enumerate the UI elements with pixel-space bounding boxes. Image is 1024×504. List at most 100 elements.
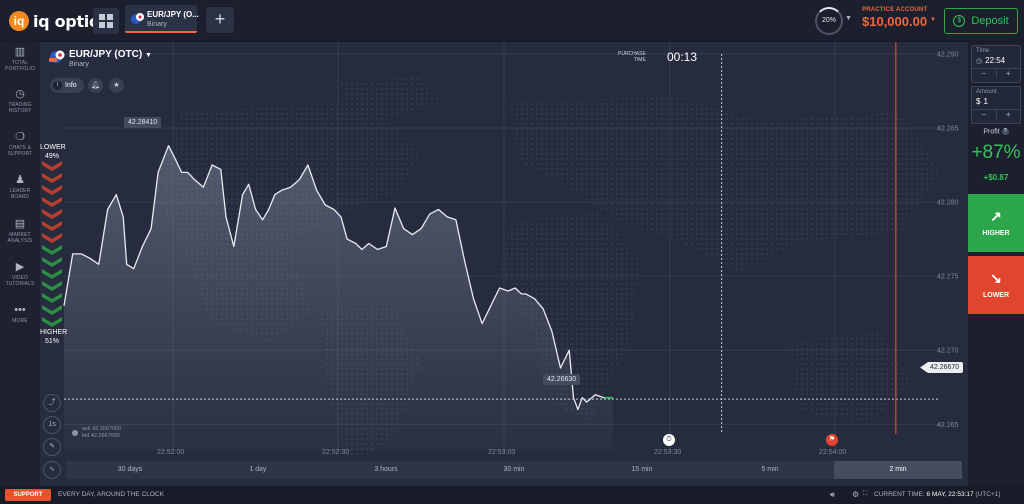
chevron-down-icon[interactable]: ▼ [845, 15, 852, 22]
sidebar-item-portfolio[interactable]: ▥ TOTAL PORTFOLIO [0, 46, 40, 72]
grid-icon-cell [99, 22, 105, 28]
period-15-min[interactable]: 15 min [578, 461, 706, 479]
chart-canvas[interactable]: 42.290 42.285 42.280 42.275 42.270 42.265 [40, 42, 968, 486]
y-tick: 42.270 [937, 348, 959, 355]
chat-icon: ❍ [15, 131, 25, 143]
asset-tab-type: Binary [147, 21, 167, 28]
max-price-tag: 42.28410 [124, 117, 162, 128]
lower-button[interactable]: ↘ LOWER [968, 256, 1024, 314]
grid-icon-cell [107, 14, 113, 20]
sidebar-item-chats-support[interactable]: ❍ CHATS & SUPPORT [0, 131, 40, 157]
info-icon: i [53, 81, 62, 90]
profit-amount: +$0.87 [983, 173, 1009, 182]
indicators-icon: ∿ [49, 466, 55, 473]
dollar-icon: $ [953, 15, 966, 27]
interval-button[interactable]: 1s [43, 416, 61, 434]
period-30-days[interactable]: 30 days [66, 461, 194, 479]
draw-tool-button[interactable]: ✎ [43, 438, 61, 456]
leaderboard-icon: ♟ [15, 174, 25, 186]
period-30-min[interactable]: 30 min [450, 461, 578, 479]
question-icon[interactable]: ? [1001, 128, 1009, 135]
dollar-icon: $ [976, 97, 981, 106]
bell-button[interactable]: 🔔︎ [88, 78, 103, 93]
fullscreen-icon[interactable]: ⛶ [863, 491, 867, 498]
period-2-min[interactable]: 2 min [834, 461, 962, 479]
sidebar-item-trading-history[interactable]: ◷ TRADING HISTORY [0, 88, 40, 114]
time-plus-button[interactable]: + [995, 69, 1021, 78]
x-tick: 22:53:00 [488, 449, 516, 456]
asset-title-text: EUR/JPY (OTC) [69, 49, 143, 60]
sentiment-lower-pct: 49% [44, 153, 59, 160]
account-selector[interactable]: PRACTICE ACCOUNT $10,000.00 ▼ [862, 7, 936, 29]
finish-flag-icon[interactable]: ⚑ [826, 434, 838, 446]
y-tick: 42.280 [937, 200, 959, 207]
footer-bar: SUPPORT EVERY DAY, AROUND THE CLOCK 🔊︎ ⚙… [0, 486, 1024, 504]
settings-icon[interactable]: ⚙ [852, 490, 859, 499]
portfolio-icon: ▥ [14, 46, 26, 58]
account-balance: $10,000.00 [862, 14, 928, 29]
period-5-min[interactable]: 5 min [706, 461, 834, 479]
current-price-tag: 42.26670 [920, 362, 964, 373]
sentiment-chevron [42, 293, 62, 303]
ask-value: ask 42.2667000 [82, 426, 122, 432]
period-3-hours[interactable]: 3 hours [322, 461, 450, 479]
time-minus-button[interactable]: − [972, 69, 996, 78]
trend-up-icon: ↗ [990, 208, 1002, 224]
amount-label: Amount [976, 89, 997, 95]
sidebar-item-label: LEADER BOARD [9, 188, 31, 200]
clock-icon: ◷ [976, 57, 983, 65]
higher-button[interactable]: ↗ HIGHER [968, 194, 1024, 252]
app-window: iq iq option EUR/JPY (O... Binary + 20% … [0, 0, 1024, 504]
chart-type-button[interactable]: ⤴ [43, 394, 61, 412]
higher-label: HIGHER [982, 230, 1010, 237]
indicators-button[interactable]: ∿ [43, 461, 61, 479]
amount-minus-button[interactable]: − [972, 110, 996, 119]
asset-title[interactable]: EUR/JPY (OTC) ▼ [69, 49, 152, 60]
time-control[interactable]: Time ◷ 22:54 − + [971, 45, 1021, 83]
sentiment-higher: HIGHER 51% [40, 328, 68, 346]
amount-control[interactable]: Amount $1 − + [971, 86, 1021, 124]
profit-label: Profit [983, 128, 1000, 136]
info-label: Info [65, 82, 77, 89]
stopwatch-icon[interactable]: ⏱ [663, 434, 675, 446]
asset-type: Binary [69, 61, 89, 68]
sentiment-chevron [42, 305, 62, 315]
top-bar: iq iq option EUR/JPY (O... Binary + 20% … [0, 0, 1024, 42]
grid-view-button[interactable] [93, 8, 119, 34]
brand-logo-mark: iq [9, 11, 29, 31]
amount-plus-button[interactable]: + [995, 110, 1021, 119]
current-time: CURRENT TIME: 6 MAY, 22:53:17 (UTC+1) [874, 491, 1001, 498]
amount-field[interactable]: $1 [972, 97, 1020, 106]
y-tick: 42.290 [937, 51, 959, 58]
sidebar-item-market-analysis[interactable]: ▤ MARKET ANALYSIS [0, 218, 40, 244]
support-button[interactable]: SUPPORT [5, 489, 51, 501]
min-price-tag: 42.26630 [543, 374, 581, 385]
eur-jpy-flag-icon [49, 50, 65, 63]
sidebar-item-label: TRADING HISTORY [8, 102, 32, 114]
favorite-button[interactable]: ★ [109, 78, 124, 93]
time-label: Time [976, 48, 990, 54]
sentiment-chevron [42, 317, 62, 327]
sentiment-indicator [42, 161, 62, 327]
pencil-icon: ✎ [49, 443, 55, 450]
history-icon: ◷ [15, 88, 25, 100]
sidebar-item-more[interactable]: ••• MORE [0, 304, 40, 324]
sentiment-chevron [42, 197, 62, 207]
sound-icon[interactable]: 🔊︎ [830, 490, 835, 500]
sidebar-item-leaderboard[interactable]: ♟ LEADER BOARD [0, 174, 40, 200]
time-value: 22:54 [985, 56, 1006, 65]
analysis-icon: ▤ [14, 218, 26, 230]
time-field[interactable]: ◷ 22:54 [972, 56, 1020, 65]
info-button[interactable]: i Info [50, 78, 84, 93]
sidebar-item-video-tutorials[interactable]: ▶ VIDEO TUTORIALS [0, 261, 40, 287]
deposit-button[interactable]: $ Deposit [944, 8, 1018, 34]
sidebar-item-label: MARKET ANALYSIS [7, 232, 33, 244]
price-chart[interactable]: 42.290 42.285 42.280 42.275 42.270 42.265 EUR… [40, 42, 968, 486]
add-asset-button[interactable]: + [206, 7, 234, 33]
asset-tab[interactable]: EUR/JPY (O... Binary [125, 5, 199, 33]
payout-circle[interactable]: 20% [815, 7, 843, 35]
period-1-day[interactable]: 1 day [194, 461, 322, 479]
x-tick: 22:52:00 [157, 449, 185, 456]
sentiment-chevron [42, 245, 62, 255]
sentiment-higher-label: HIGHER [40, 329, 68, 336]
